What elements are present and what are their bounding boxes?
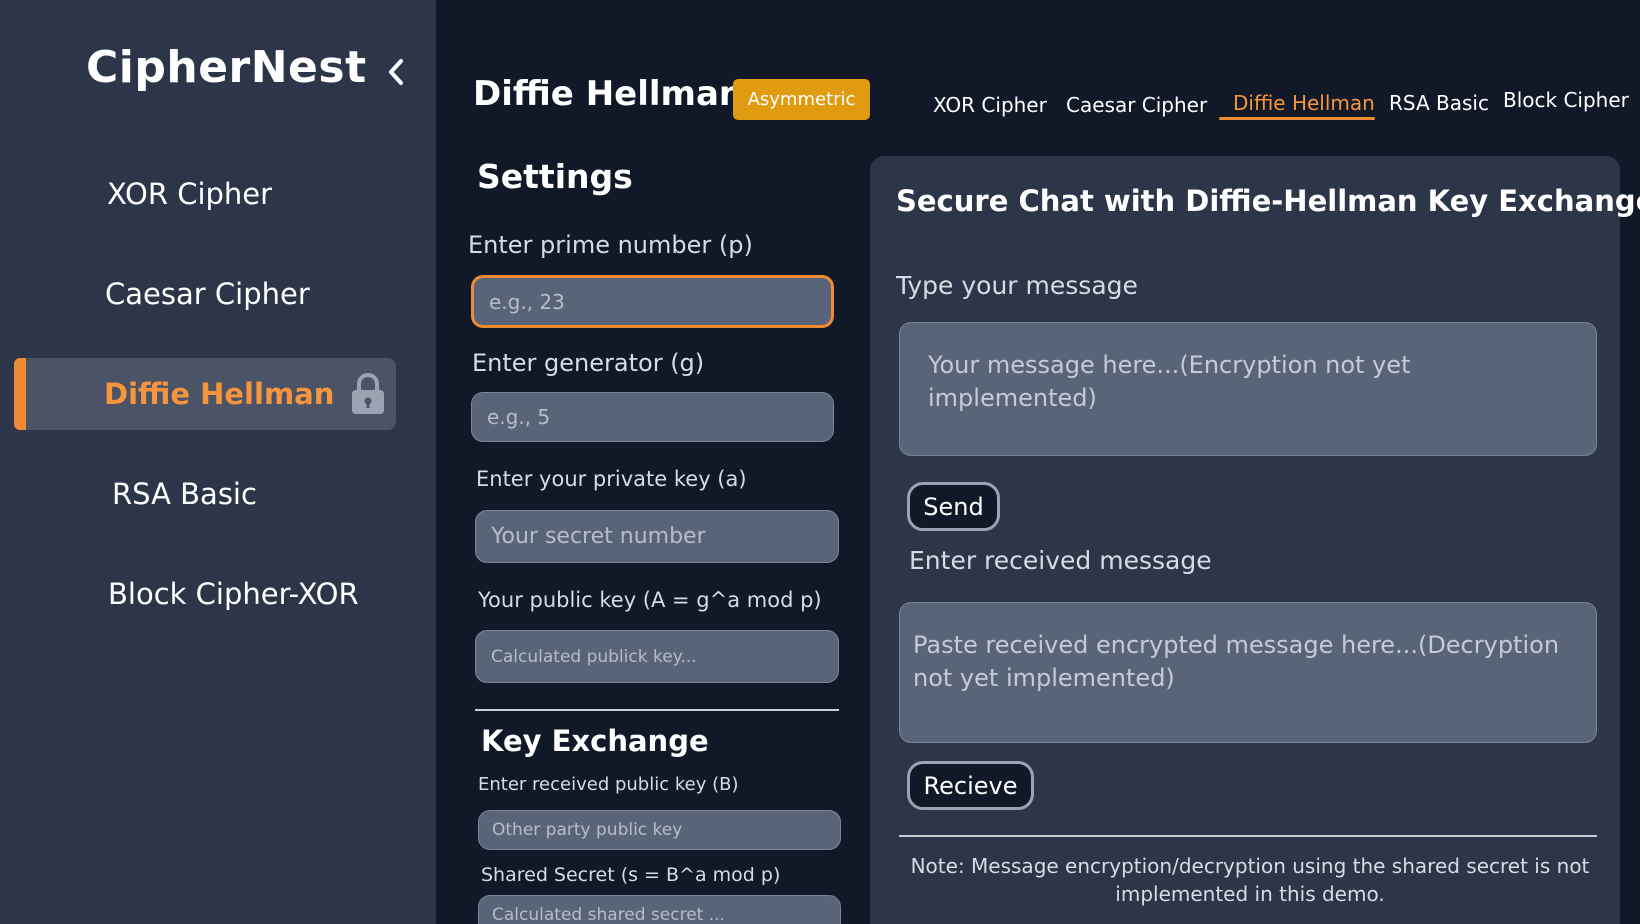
public-key-label: Your public key (A = g^a mod p)	[478, 588, 822, 612]
received-message-textarea[interactable]: Paste received encrypted message here...…	[899, 602, 1597, 743]
sidebar-item-label: Caesar Cipher	[105, 277, 310, 311]
received-public-key-input[interactable]	[478, 810, 841, 850]
prime-label: Enter prime number (p)	[468, 231, 753, 259]
chevron-left-icon[interactable]	[384, 56, 408, 88]
private-key-input[interactable]	[475, 510, 839, 563]
message-label: Type your message	[896, 271, 1138, 300]
sidebar-item-label: Diffie Hellman	[104, 377, 335, 411]
received-public-key-label: Enter received public key (B)	[478, 774, 739, 795]
implementation-note: Note: Message encryption/decryption usin…	[910, 854, 1590, 906]
lock-icon	[350, 372, 386, 416]
chat-title: Secure Chat with Diffie-Hellman Key Exch…	[896, 184, 1640, 218]
sidebar-item-caesar-cipher[interactable]: Caesar Cipher	[14, 258, 396, 330]
received-message-label: Enter received message	[909, 546, 1212, 575]
public-key-output[interactable]	[475, 630, 839, 683]
brand-logo: CipherNest	[86, 42, 367, 93]
section-divider	[475, 709, 839, 711]
sidebar-item-label: RSA Basic	[112, 477, 257, 511]
generator-input[interactable]	[471, 392, 834, 442]
private-key-label: Enter your private key (a)	[476, 467, 747, 491]
sidebar-item-label: Block Cipher-XOR	[108, 577, 359, 611]
tab-xor-cipher[interactable]: XOR Cipher	[933, 93, 1047, 117]
sidebar-item-rsa-basic[interactable]: RSA Basic	[14, 458, 396, 530]
sidebar-item-xor-cipher[interactable]: XOR Cipher	[14, 158, 396, 230]
tab-block-cipher[interactable]: Block Cipher	[1503, 88, 1629, 112]
receive-button[interactable]: Recieve	[907, 761, 1034, 810]
chat-divider	[899, 835, 1597, 837]
generator-label: Enter generator (g)	[472, 349, 705, 377]
tab-rsa-basic[interactable]: RSA Basic	[1389, 91, 1489, 115]
message-textarea[interactable]: Your message here...(Encryption not yet …	[899, 322, 1597, 456]
sidebar-item-label: XOR Cipher	[107, 177, 273, 211]
settings-heading: Settings	[477, 157, 633, 196]
tab-diffie-hellman[interactable]: Diffie Hellman	[1233, 91, 1375, 115]
page-title: Diffie Hellman	[473, 74, 744, 114]
active-indicator	[14, 358, 26, 430]
sidebar-item-block-cipher-xor[interactable]: Block Cipher-XOR	[14, 558, 396, 630]
type-badge: Asymmetric	[733, 79, 870, 120]
tab-caesar-cipher[interactable]: Caesar Cipher	[1066, 93, 1207, 117]
shared-secret-label: Shared Secret (s = B^a mod p)	[481, 864, 781, 886]
prime-input[interactable]	[471, 275, 834, 328]
send-button[interactable]: Send	[907, 482, 1000, 531]
sidebar-item-diffie-hellman[interactable]: Diffie Hellman	[14, 358, 396, 430]
sidebar: CipherNest XOR Cipher Caesar Cipher Diff…	[0, 0, 436, 924]
key-exchange-heading: Key Exchange	[481, 724, 709, 758]
shared-secret-output[interactable]	[478, 895, 841, 924]
active-tab-underline	[1219, 117, 1375, 120]
